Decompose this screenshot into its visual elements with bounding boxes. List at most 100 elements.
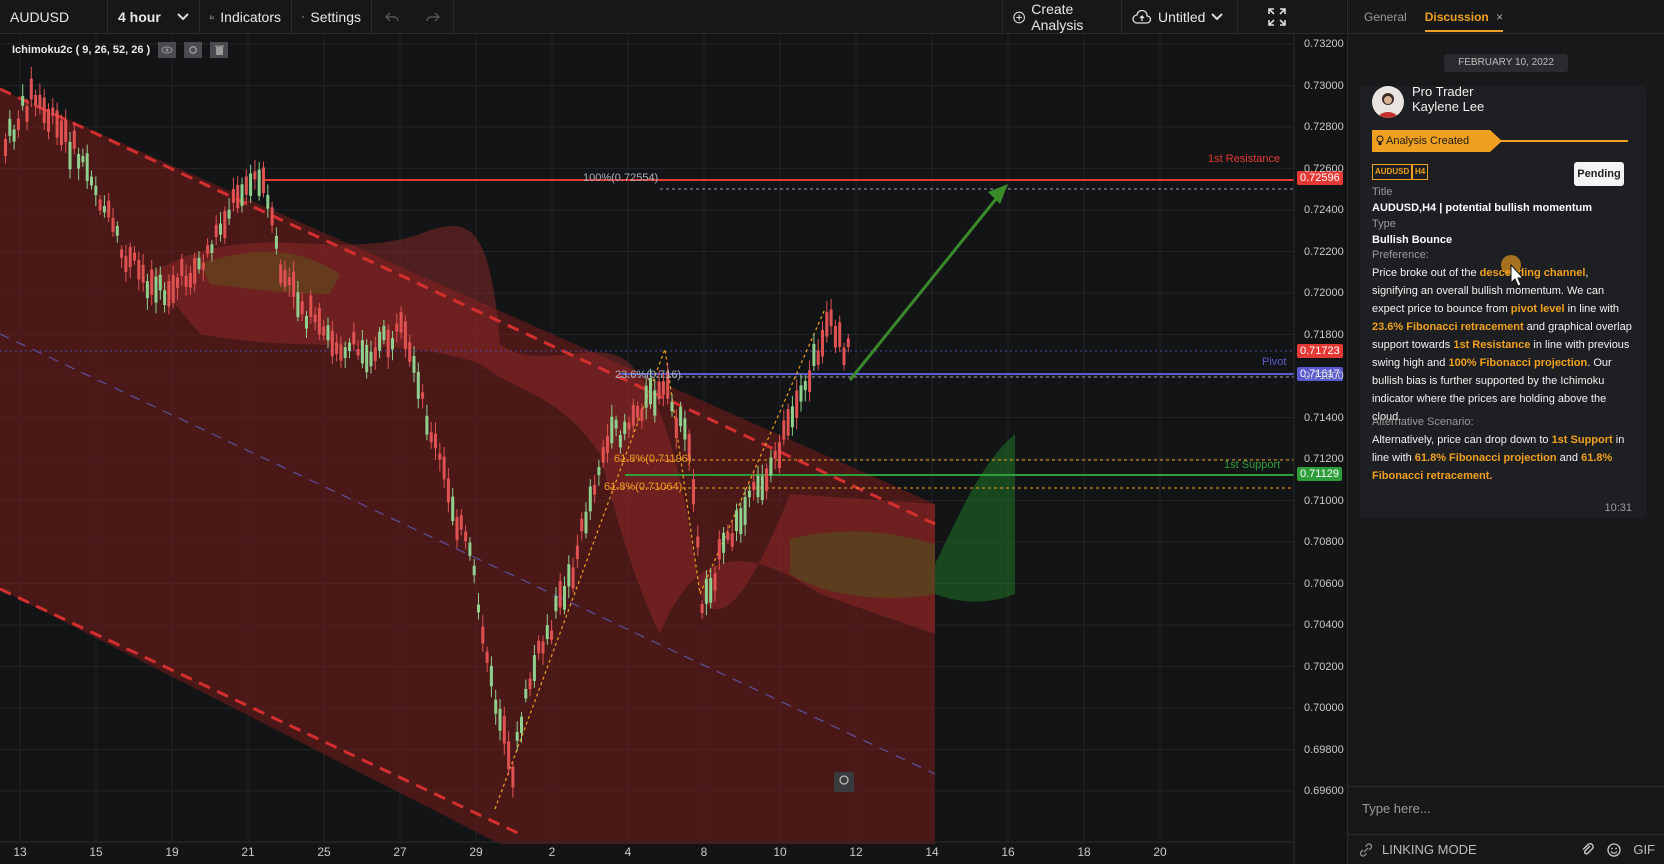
candle-body: [455, 517, 459, 541]
candle-body: [696, 536, 700, 548]
linking-mode-toggle[interactable]: LINKING MODE: [1382, 842, 1477, 857]
gif-button[interactable]: GIF: [1633, 842, 1655, 857]
candle-body: [571, 567, 575, 589]
message-input-placeholder: Type here...: [1362, 801, 1431, 816]
candle-body: [47, 108, 50, 132]
redo-button[interactable]: [412, 0, 454, 34]
candle-body: [451, 496, 455, 522]
candle-body: [429, 432, 433, 443]
undo-button[interactable]: [372, 0, 412, 34]
candle-body: [219, 223, 222, 235]
chart-canvas[interactable]: [0, 34, 1346, 864]
candle-body: [335, 342, 339, 355]
eye-icon[interactable]: [158, 42, 177, 58]
candle-body: [838, 322, 842, 347]
forecast-arrow: [848, 193, 1002, 381]
candle-body: [356, 348, 360, 356]
candle-body: [395, 323, 399, 332]
symbol-search-button[interactable]: AUDUSD: [0, 0, 108, 34]
pivot-annotation: Pivot: [1262, 356, 1287, 368]
layout-save-menu[interactable]: Untitled: [1122, 0, 1238, 34]
tab-discussion[interactable]: Discussion ×: [1424, 10, 1504, 32]
fib-100-annotation: 100%(0.72554): [583, 172, 659, 184]
candle-body: [588, 486, 592, 512]
app-root: AUDUSD 4 hour Indicators Settings Create…: [0, 0, 1664, 864]
candle-body: [266, 194, 270, 209]
candle-body: [236, 184, 240, 209]
candle-body: [498, 708, 502, 731]
panel-tabs: General Discussion ×: [1348, 0, 1664, 34]
settings-button[interactable]: Settings: [292, 0, 372, 34]
candle-body: [464, 531, 468, 542]
message-input[interactable]: Type here...: [1348, 786, 1664, 834]
tab-general[interactable]: General: [1364, 10, 1407, 24]
candle-body: [644, 385, 648, 408]
pref-highlight-2: pivot level: [1510, 303, 1565, 315]
candle-body: [756, 475, 760, 498]
emoji-icon[interactable]: [1607, 842, 1621, 857]
resistance-annotation: 1st Resistance: [1208, 153, 1281, 165]
candle-body: [365, 344, 369, 373]
close-icon[interactable]: ×: [1496, 10, 1503, 24]
status-badge: Analysis Created: [1372, 130, 1502, 152]
create-analysis-button[interactable]: Create Analysis: [1002, 0, 1122, 34]
time-axis-label: 16: [1001, 845, 1015, 859]
candle-body: [249, 173, 253, 196]
candle-body: [434, 433, 437, 449]
avatar[interactable]: [1372, 86, 1404, 118]
support-annotation: 1st Support: [1224, 459, 1281, 471]
candle-body: [90, 176, 93, 186]
type-value: Bullish Bounce: [1372, 234, 1453, 246]
current-price-tag: 0.71723: [1297, 344, 1343, 358]
candle-body: [743, 497, 747, 525]
candle-body: [163, 290, 167, 305]
user-name[interactable]: Kaylene Lee: [1412, 99, 1484, 114]
candle-body: [459, 515, 463, 530]
candle-body: [661, 381, 665, 395]
price-chart[interactable]: Ichimoku2c ( 9, 26, 52, 26 ) 1st Resista…: [0, 34, 1346, 864]
gear-icon[interactable]: [184, 42, 203, 58]
candle-body: [502, 715, 506, 744]
candle-body: [808, 370, 812, 393]
candle-body: [29, 78, 33, 100]
fullscreen-button[interactable]: [1238, 0, 1316, 34]
candle-body: [305, 315, 308, 329]
candle-body: [446, 478, 450, 503]
time-axis-label: 25: [317, 845, 331, 859]
pending-button[interactable]: Pending: [1574, 162, 1624, 186]
candle-body: [386, 329, 390, 358]
indicators-button[interactable]: Indicators: [200, 0, 292, 34]
candle-body: [653, 390, 657, 416]
candle-body: [545, 625, 549, 640]
alt-highlight-2: 61.8% Fibonacci projection: [1414, 452, 1557, 464]
candle-body: [778, 442, 781, 469]
candle-body: [803, 381, 807, 391]
time-axis-label: 13: [13, 845, 27, 859]
alt-scenario-label: Alternative Scenario:: [1372, 416, 1474, 428]
attach-icon[interactable]: [1581, 842, 1595, 857]
candle-body: [279, 264, 283, 284]
candle-body: [72, 130, 76, 149]
candle-body: [197, 257, 201, 270]
candle-body: [287, 277, 291, 285]
message-time: 10:31: [1604, 502, 1632, 514]
trash-icon[interactable]: [210, 42, 229, 58]
candle-body: [601, 447, 605, 463]
candle-body: [373, 346, 377, 362]
candle-body: [786, 409, 790, 436]
fib-236-annotation: 23.6%(0.716): [615, 369, 682, 381]
candle-body: [722, 532, 726, 553]
interval-select[interactable]: 4 hour: [108, 0, 200, 34]
candle-body: [339, 344, 343, 361]
gear-icon: [302, 16, 305, 18]
candle-body: [206, 245, 210, 254]
timeframe-chip: H4: [1412, 164, 1429, 180]
fullscreen-icon: [1268, 8, 1286, 26]
idea-bulb-icon[interactable]: [834, 772, 854, 792]
candle-body: [180, 258, 184, 277]
candle-body: [322, 326, 326, 336]
type-label: Type: [1372, 218, 1396, 230]
candle-body: [494, 699, 498, 714]
price-axis-label: 0.70400: [1304, 619, 1344, 631]
candle-body: [8, 118, 12, 136]
